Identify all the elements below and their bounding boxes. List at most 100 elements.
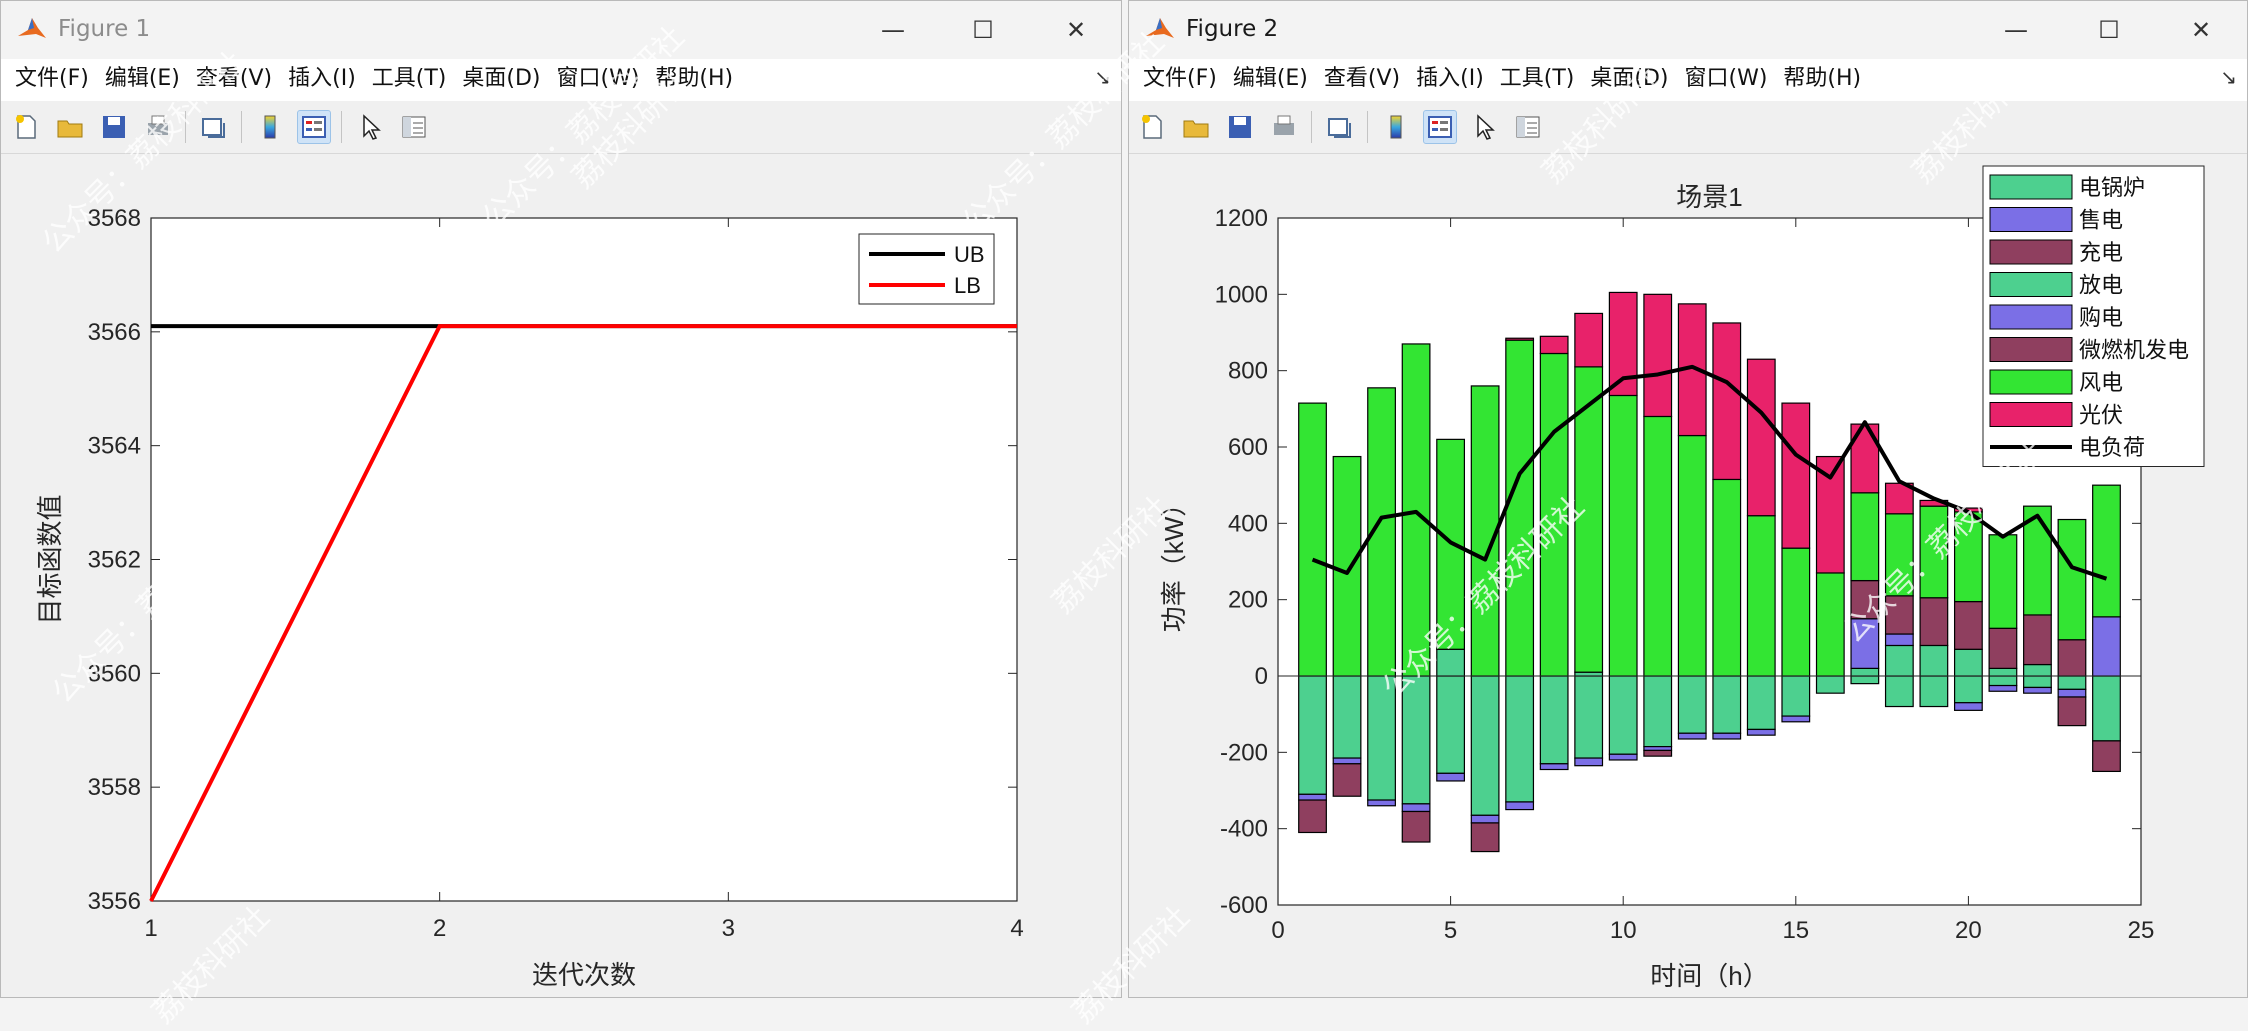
insert-legend-icon[interactable] — [297, 110, 331, 144]
menu-tools[interactable]: 工具(T) — [1494, 63, 1581, 95]
legend-swatch — [1989, 272, 2073, 297]
bar-segment-电锅炉 — [1608, 675, 1638, 755]
legend-swatch — [1989, 304, 2073, 330]
legend-swatch — [1989, 337, 2073, 362]
menu-insert[interactable]: 插入(I) — [1410, 63, 1490, 95]
legend-label: 售电 — [2079, 208, 2123, 233]
y-tick-label: 3560 — [88, 660, 141, 687]
property-inspector-icon[interactable] — [397, 110, 431, 144]
menu-insert[interactable]: 插入(I) — [282, 63, 362, 95]
bar-segment-电锅炉 — [1919, 675, 1949, 708]
bar-segment-电锅炉 — [2057, 675, 2087, 690]
bar-segment-售电 — [1712, 732, 1742, 740]
x-tick-label: 20 — [1955, 917, 1982, 944]
bar-segment-风电 — [2092, 484, 2121, 618]
bar-segment-放电 — [1436, 648, 1466, 677]
bar-segment-放电 — [1850, 667, 1880, 677]
x-tick-label: 4 — [1010, 915, 1023, 942]
menu-tools[interactable]: 工具(T) — [366, 63, 453, 95]
edit-plot-icon[interactable] — [1467, 110, 1501, 144]
convergence-chart: 1 2 3 4 3556 3558 3560 3562 3564 3566 3568 迭代次数 目标函数… — [35, 205, 1024, 990]
legend-label: 电锅炉 — [2079, 175, 2145, 200]
bar-segment-售电 — [1505, 801, 1535, 811]
new-figure-icon[interactable] — [9, 110, 43, 144]
menu-help[interactable]: 帮助(H) — [1777, 63, 1867, 95]
figure-2-window: Figure 2 — ☐ ✕ 文件(F) 编辑(E) 查看(V) 插入(I) 工… — [1128, 0, 2248, 998]
insert-legend-icon[interactable] — [1423, 110, 1457, 144]
menu-view[interactable]: 查看(V) — [190, 63, 278, 95]
legend-swatch — [1989, 207, 2073, 232]
close-button[interactable]: ✕ — [1044, 9, 1108, 51]
close-button[interactable]: ✕ — [2169, 9, 2233, 51]
menu-help[interactable]: 帮助(H) — [649, 63, 739, 95]
minimize-button[interactable]: — — [1984, 9, 2048, 51]
menu-edit[interactable]: 编辑(E) — [1227, 63, 1314, 95]
menu-desktop[interactable]: 桌面(D) — [456, 63, 546, 95]
bar-segment-电锅炉 — [1988, 675, 2018, 687]
y-tick-label: 1200 — [1215, 205, 1268, 232]
menu-file[interactable]: 文件(F) — [9, 63, 95, 95]
dock-arrow-icon[interactable]: ↘ — [2220, 65, 2237, 89]
insert-colorbar-icon[interactable] — [253, 110, 287, 144]
open-file-icon[interactable] — [1179, 110, 1213, 144]
title-bar[interactable]: Figure 2 — ☐ ✕ — [1129, 1, 2247, 59]
bar-segment-风电 — [1608, 394, 1638, 677]
title-bar[interactable]: Figure 1 — ☐ ✕ — [1, 1, 1121, 59]
chart-title: 场景1 — [1676, 182, 1742, 212]
x-tick-label: 15 — [1782, 917, 1809, 944]
legend-label: LB — [954, 273, 981, 298]
menu-bar: 文件(F) 编辑(E) 查看(V) 插入(I) 工具(T) 桌面(D) 窗口(W… — [1, 59, 1121, 101]
link-plot-icon[interactable] — [197, 110, 231, 144]
bar-segment-售电 — [1677, 732, 1707, 740]
property-inspector-icon[interactable] — [1511, 110, 1545, 144]
bar-segment-光伏 — [1746, 358, 1776, 517]
x-tick-label: 0 — [1271, 917, 1284, 944]
minimize-button[interactable]: — — [861, 9, 925, 51]
bar-segment-售电 — [1539, 763, 1569, 771]
menu-view[interactable]: 查看(V) — [1318, 63, 1406, 95]
link-plot-icon[interactable] — [1323, 110, 1357, 144]
bar-segment-购电 — [1884, 633, 1914, 647]
bar-segment-售电 — [1436, 772, 1466, 782]
bar-segment-售电 — [1574, 757, 1604, 767]
menu-window[interactable]: 窗口(W) — [551, 63, 646, 95]
legend-label: 光伏 — [2079, 403, 2123, 428]
bar-segment-充电 — [1643, 749, 1673, 757]
menu-desktop[interactable]: 桌面(D) — [1584, 63, 1674, 95]
menu-bar: 文件(F) 编辑(E) 查看(V) 插入(I) 工具(T) 桌面(D) 窗口(W… — [1129, 59, 2247, 101]
bar-segment-电锅炉 — [1367, 675, 1396, 801]
open-file-icon[interactable] — [53, 110, 87, 144]
bar-segment-光伏 — [1574, 312, 1604, 368]
y-axis-label: 功率（kW） — [1159, 491, 1189, 633]
bar-segment-售电 — [1298, 793, 1327, 801]
bar-segment-电锅炉 — [1712, 675, 1742, 734]
legend-swatch — [1989, 174, 2073, 200]
save-figure-icon[interactable] — [1223, 110, 1257, 144]
dock-arrow-icon[interactable]: ↘ — [1094, 65, 1111, 89]
window-title: Figure 2 — [1186, 16, 1279, 42]
energy-dispatch-chart: 0 5 10 15 20 25 -600 -400 -200 0 200 400 600 800 1000 1… — [1159, 165, 2205, 991]
bar-segment-售电 — [1953, 702, 1983, 711]
x-tick-label: 3 — [722, 915, 735, 942]
menu-edit[interactable]: 编辑(E) — [99, 63, 186, 95]
bar-segment-光伏 — [1643, 293, 1673, 418]
bar-segment-售电 — [1781, 715, 1811, 723]
bar-segment-充电 — [2092, 740, 2121, 773]
menu-window[interactable]: 窗口(W) — [1679, 63, 1774, 95]
insert-colorbar-icon[interactable] — [1379, 110, 1413, 144]
legend-label: 电负荷 — [2079, 435, 2145, 460]
figure-toolbar — [1, 101, 1121, 154]
edit-plot-icon[interactable] — [353, 110, 387, 144]
bar-segment-风电 — [1677, 434, 1707, 677]
new-figure-icon[interactable] — [1135, 110, 1169, 144]
print-icon[interactable] — [1267, 110, 1301, 144]
menu-file[interactable]: 文件(F) — [1137, 63, 1223, 95]
bar-segment-售电 — [1608, 753, 1638, 761]
print-icon[interactable] — [141, 110, 175, 144]
maximize-button[interactable]: ☐ — [2077, 9, 2141, 51]
maximize-button[interactable]: ☐ — [951, 9, 1015, 51]
y-tick-label: -200 — [1220, 739, 1268, 766]
y-tick-label: 3558 — [88, 774, 141, 801]
save-figure-icon[interactable] — [97, 110, 131, 144]
bar-segment-风电 — [1298, 402, 1327, 677]
